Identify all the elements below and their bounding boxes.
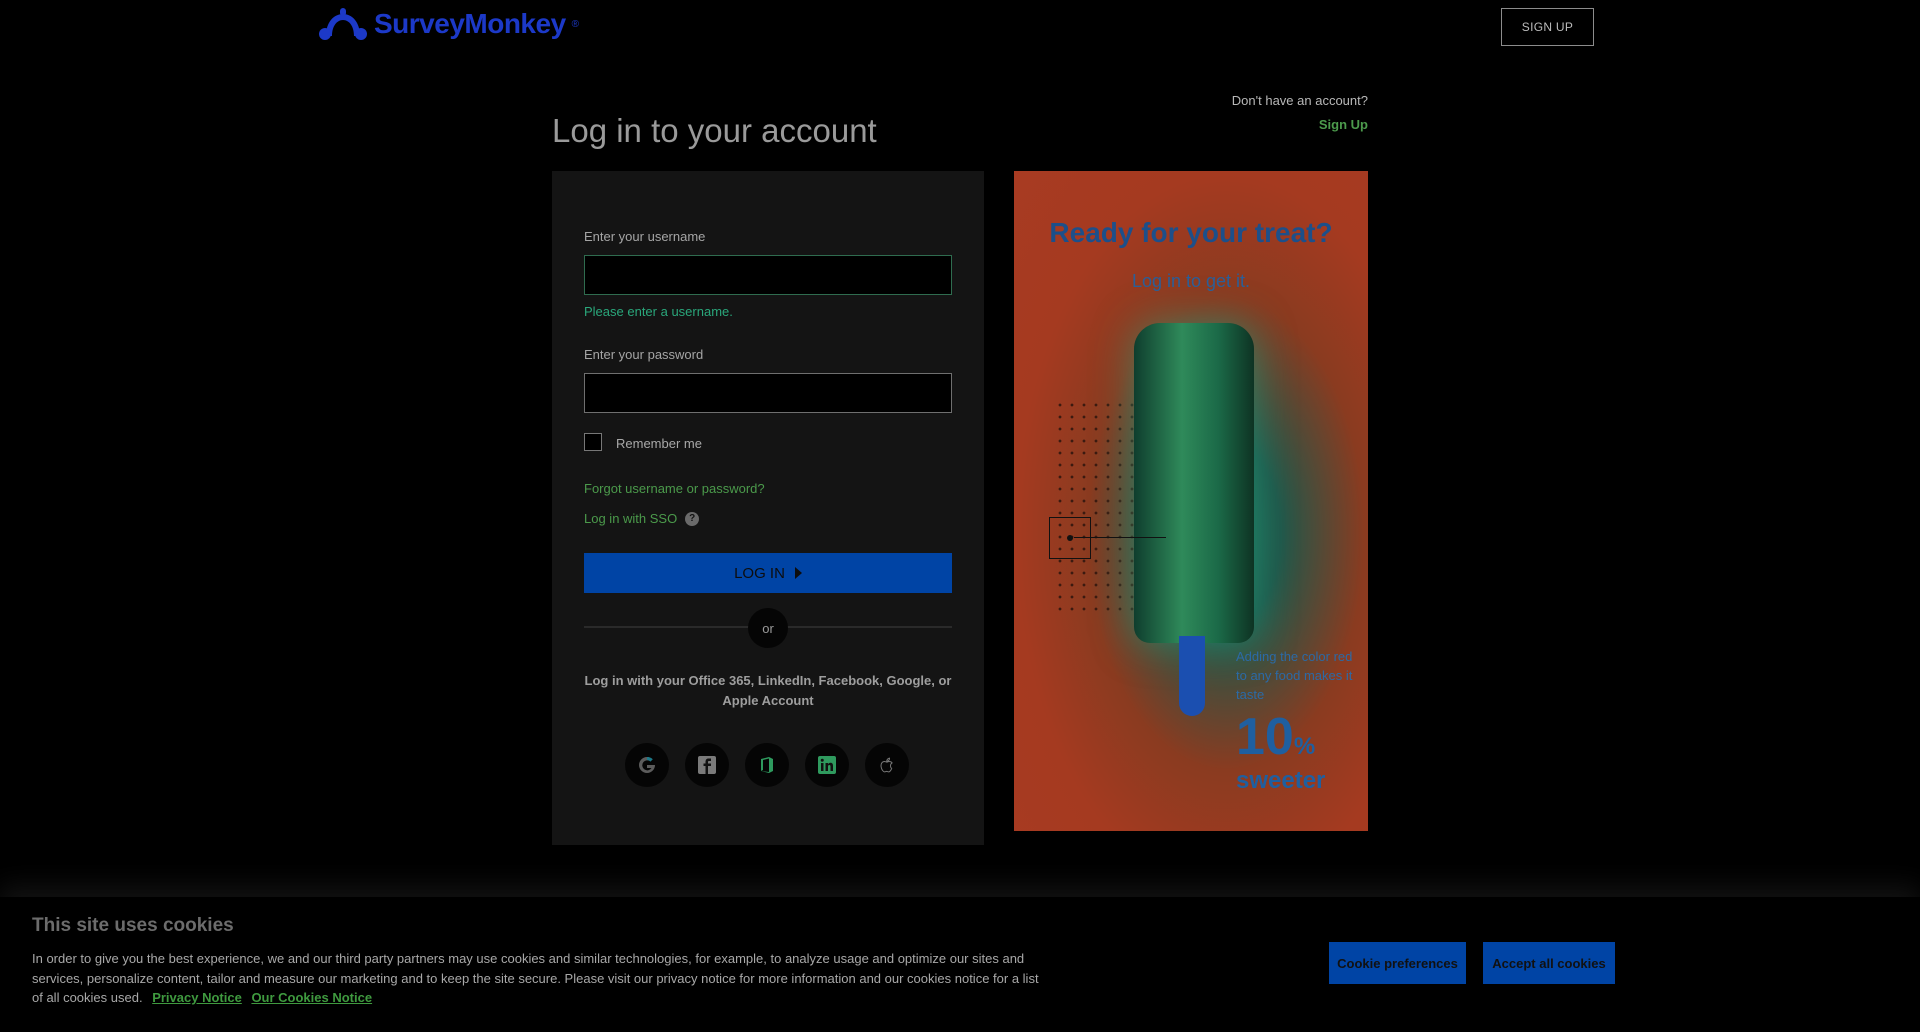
promo-subtitle: Log in to get it. xyxy=(1131,271,1251,291)
promo-note: Adding the color red to any food makes i… xyxy=(1236,649,1353,702)
caret-right-icon xyxy=(794,567,802,579)
promo-stat: 10% xyxy=(1236,707,1315,767)
office365-login-button[interactable] xyxy=(745,743,789,787)
remember-me-checkbox[interactable] xyxy=(584,433,602,451)
password-input[interactable] xyxy=(584,373,952,413)
surveymonkey-logo[interactable]: SurveyMonkey ® xyxy=(318,6,579,42)
popsicle-illustration xyxy=(1134,323,1254,643)
forgot-credentials-link[interactable]: Forgot username or password? xyxy=(584,481,765,496)
help-icon[interactable]: ? xyxy=(685,511,700,526)
apple-icon xyxy=(880,757,893,773)
logo-text: SurveyMonkey xyxy=(374,8,566,39)
username-error-message: Please enter a username. xyxy=(584,304,733,319)
social-login-buttons xyxy=(625,743,909,787)
username-label: Enter your username xyxy=(584,229,706,244)
signup-link[interactable]: Sign Up xyxy=(1319,117,1368,132)
facebook-icon xyxy=(698,756,716,774)
login-button[interactable]: LOG IN xyxy=(584,553,952,593)
login-panel: Enter your username Please enter a usern… xyxy=(552,171,984,845)
password-label: Enter your password xyxy=(584,347,704,362)
linkedin-login-button[interactable] xyxy=(805,743,849,787)
promo-stat-value: 10 xyxy=(1236,708,1294,766)
accept-all-cookies-button[interactable]: Accept all cookies xyxy=(1483,942,1615,984)
cookie-banner-text: In order to give you the best experience… xyxy=(32,949,1052,1008)
top-bar: SurveyMonkey ® SIGN UP xyxy=(0,0,1920,56)
office365-icon xyxy=(761,757,773,773)
username-input[interactable] xyxy=(584,255,952,295)
cookies-notice-link[interactable]: Our Cookies Notice xyxy=(251,990,372,1005)
cookie-banner: This site uses cookies In order to give … xyxy=(0,897,1920,1032)
login-button-label: LOG IN xyxy=(734,564,785,582)
logo-registered-mark: ® xyxy=(571,18,580,30)
monkey-logo-icon xyxy=(319,8,367,40)
promo-stat-unit: % xyxy=(1293,733,1316,760)
sso-login-link[interactable]: Log in with SSO xyxy=(584,511,677,526)
promo-banner: Ready for your treat? Log in to get it. … xyxy=(1014,171,1368,831)
apple-login-button[interactable] xyxy=(865,743,909,787)
google-icon xyxy=(639,756,655,773)
or-badge: or xyxy=(748,608,788,648)
popsicle-stick-illustration xyxy=(1179,636,1205,716)
no-account-text: Don't have an account? xyxy=(1231,93,1368,108)
linkedin-icon xyxy=(818,756,836,774)
promo-title: Ready for your treat? xyxy=(1049,217,1333,248)
sso-row: Log in with SSO ? xyxy=(584,511,700,526)
dot-grid-decoration xyxy=(1054,399,1134,611)
facebook-login-button[interactable] xyxy=(685,743,729,787)
callout-dot-decoration xyxy=(1067,535,1073,541)
cookie-banner-title: This site uses cookies xyxy=(32,915,234,936)
social-login-text: Log in with your Office 365, LinkedIn, F… xyxy=(584,673,952,708)
cookie-preferences-button[interactable]: Cookie preferences xyxy=(1329,942,1466,984)
callout-line-decoration xyxy=(1074,537,1166,538)
remember-me-label[interactable]: Remember me xyxy=(616,436,702,451)
page-title: Log in to your account xyxy=(552,112,877,150)
privacy-notice-link[interactable]: Privacy Notice xyxy=(152,990,242,1005)
promo-stat-label: sweeter xyxy=(1236,767,1326,794)
header-signup-button[interactable]: SIGN UP xyxy=(1501,8,1594,46)
google-login-button[interactable] xyxy=(625,743,669,787)
